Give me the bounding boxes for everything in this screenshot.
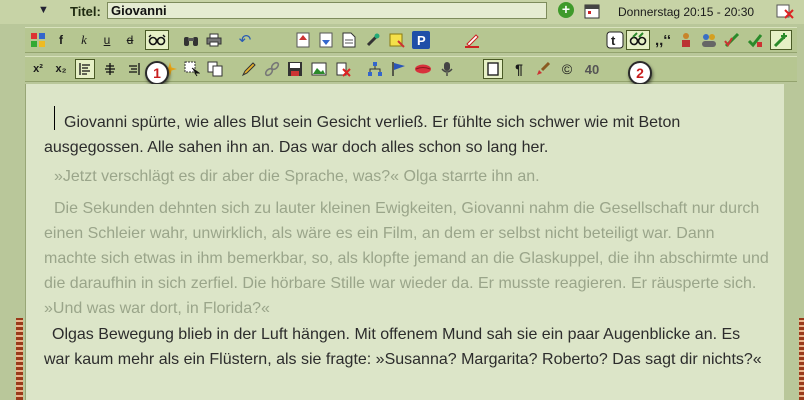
right-ruler-marker [799,318,804,400]
add-note-icon[interactable] [770,30,792,50]
select-cursor-icon[interactable] [182,59,202,79]
parking-icon[interactable]: P [411,30,431,50]
text-mode-icon[interactable]: t [605,30,625,50]
flag-icon[interactable] [389,59,409,79]
svg-text:P: P [417,33,426,48]
stamp-icon[interactable] [363,30,383,50]
callout-badge-2: 2 [628,61,652,85]
bold-button[interactable]: f [51,30,71,50]
align-left-icon[interactable] [75,59,95,79]
dropdown-arrow-icon[interactable]: ▼ [38,4,49,16]
styles-icon[interactable] [28,30,48,50]
pilcrow-icon[interactable]: ¶ [509,59,529,79]
move-down-icon[interactable] [316,30,336,50]
add-icon[interactable]: + [558,2,574,18]
subscript-button[interactable]: x₂ [51,59,71,79]
glasses-view-icon[interactable] [145,30,169,50]
paragraph-1[interactable]: Giovanni spürte, wie alles Blut sein Ges… [44,110,769,160]
calendar-close-icon[interactable] [776,3,794,19]
svg-text:t: t [611,33,616,48]
microphone-icon[interactable] [437,59,457,79]
title-input[interactable] [107,2,547,19]
paragraph-4[interactable]: Olgas Bewegung blieb in der Luft hängen.… [44,322,769,372]
pencil-icon[interactable] [239,59,259,79]
remove-format-icon[interactable] [333,59,353,79]
calendar-icon[interactable] [584,2,600,19]
check-mark-icon[interactable] [745,30,765,50]
format-toolbar: f k u d ↶ P t ,,‘‘ [25,27,797,53]
note-icon[interactable] [387,30,407,50]
figure-icon[interactable] [676,30,696,50]
brush-icon[interactable] [533,59,553,79]
paragraph-3[interactable]: Die Sekunden dehnten sich zu lauter klei… [44,196,769,321]
date-range: Donnerstag 20:15 - 20:30 [618,5,755,19]
copyright-icon[interactable]: © [557,59,577,79]
lips-icon[interactable] [413,59,433,79]
title-bar: ▼ Titel: + Donnerstag 20:15 - 20:30 [0,0,804,24]
document-icon[interactable] [339,30,359,50]
quotes-icon[interactable]: ,,‘‘ [653,30,673,50]
callout-badge-1: 1 [145,61,169,85]
italic-button[interactable]: k [74,30,94,50]
copy-icon[interactable] [205,59,225,79]
align-right-icon[interactable] [124,59,144,79]
print-icon[interactable] [204,30,224,50]
proofread-glasses-icon[interactable] [626,30,650,50]
link-icon[interactable] [262,59,282,79]
title-label: Titel: [70,4,101,19]
strikethrough-button[interactable]: d [120,30,140,50]
superscript-button[interactable]: x² [28,59,48,79]
people-icon[interactable] [699,30,719,50]
align-center-icon[interactable] [100,59,120,79]
move-up-icon[interactable] [293,30,313,50]
check-pen-icon[interactable] [722,30,742,50]
paragraph-2[interactable]: »Jetzt verschlägt es dir aber die Sprach… [44,164,769,189]
paragraph-toolbar: x² x₂ ¶ © 40 [25,56,797,82]
binoculars-icon[interactable] [181,30,201,50]
save-icon[interactable] [285,59,305,79]
text-editor[interactable]: Giovanni spürte, wie alles Blut sein Ges… [25,84,784,400]
undo-icon[interactable]: ↶ [235,30,255,50]
structure-icon[interactable] [365,59,385,79]
underline-button[interactable]: u [97,30,117,50]
image-icon[interactable] [309,59,329,79]
page-view-icon[interactable] [483,59,503,79]
left-ruler-marker [16,318,23,400]
word-count-badge[interactable]: 40 [579,59,605,79]
highlight-pen-icon[interactable] [462,30,482,50]
